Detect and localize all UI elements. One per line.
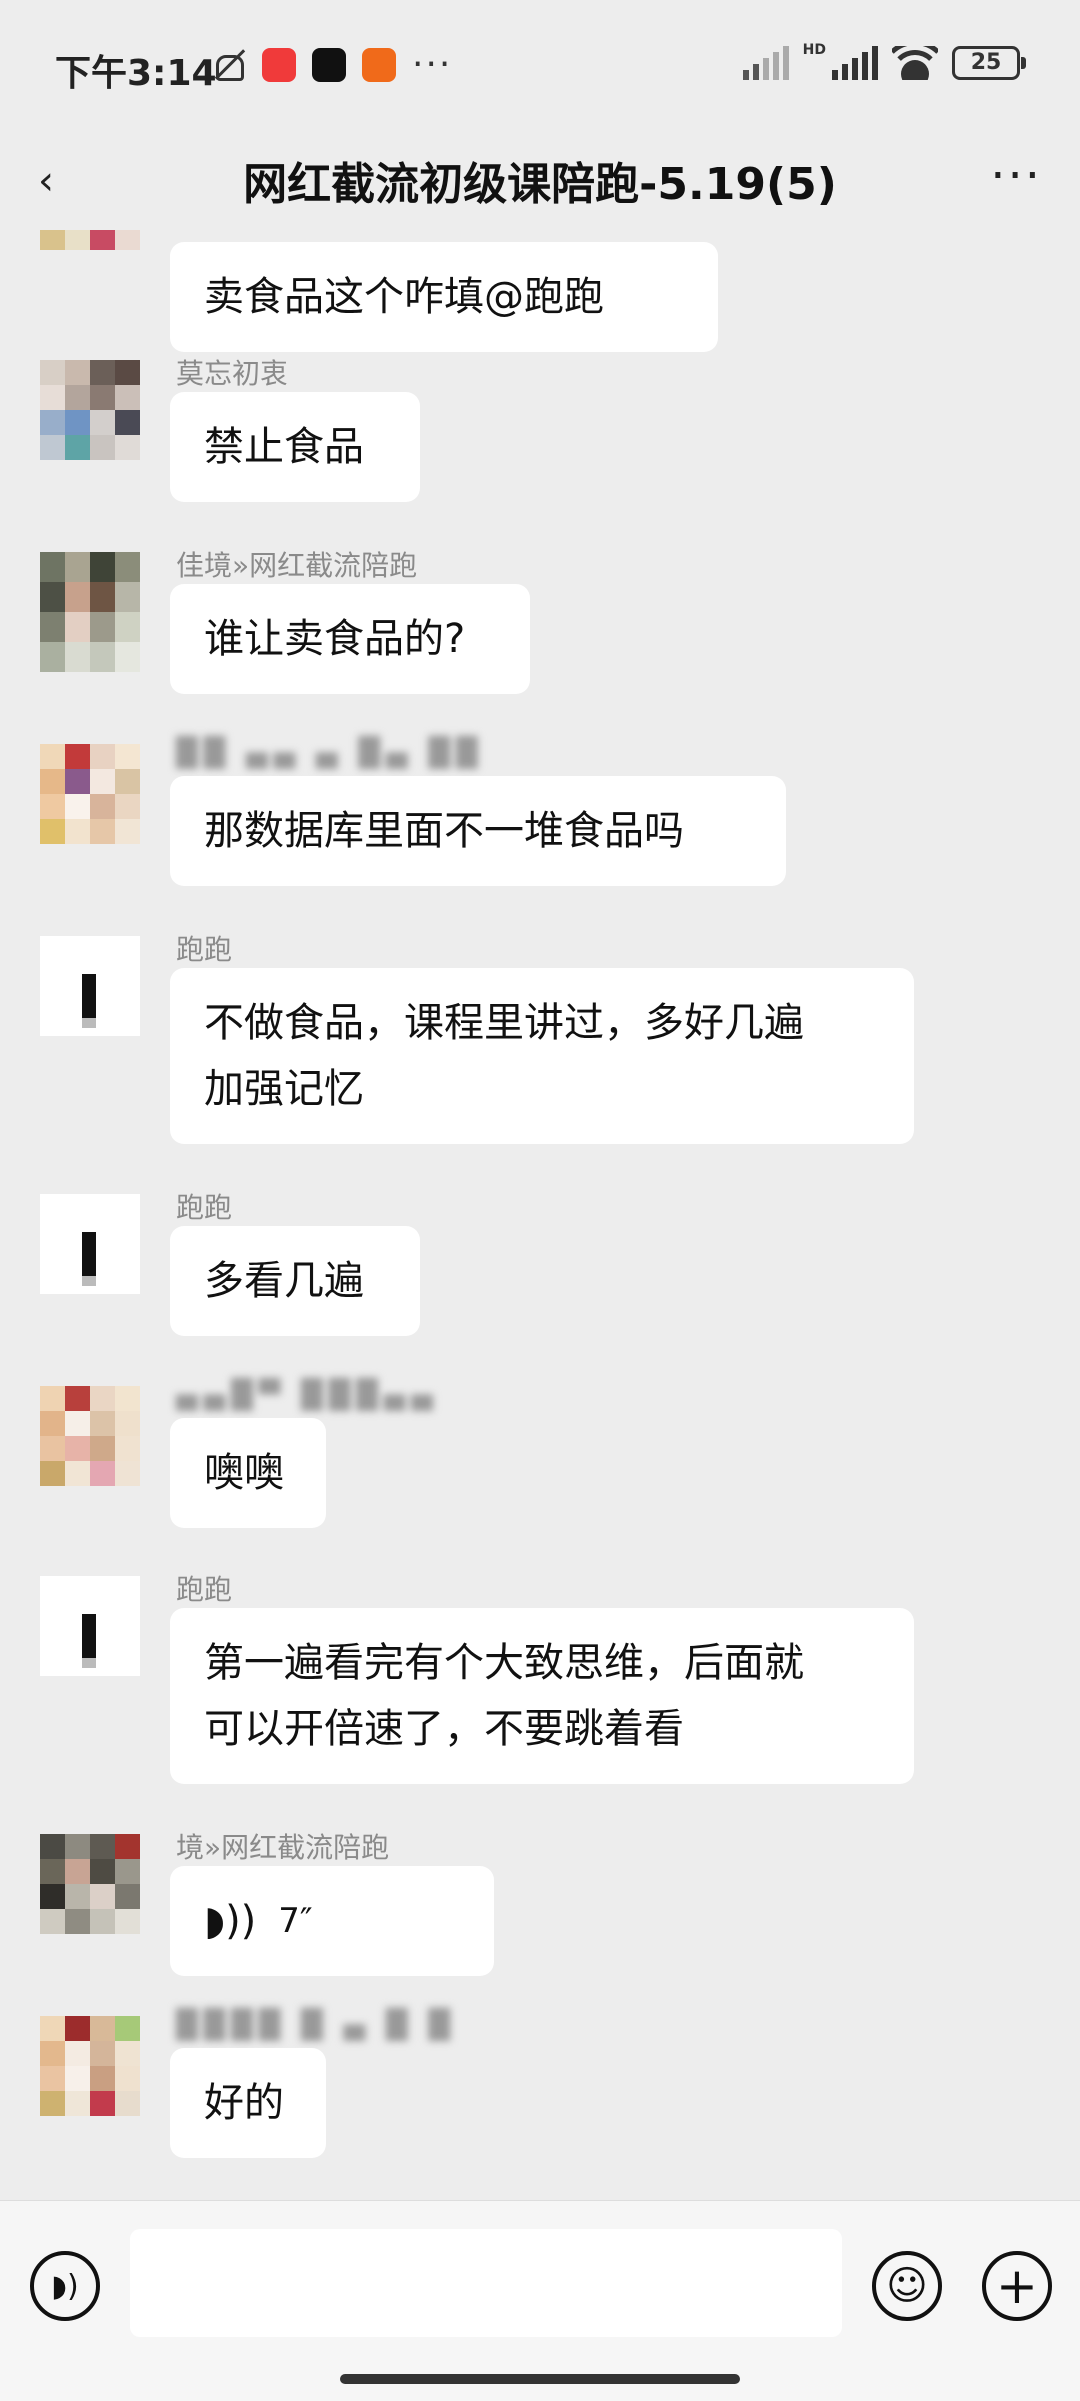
voice-duration: 7″ [278,1901,313,1941]
avatar[interactable] [40,360,140,460]
message-input[interactable] [130,2229,842,2337]
sender-name: 跑跑 [176,1191,233,1224]
more-notifications-icon: ··· [412,44,453,85]
avatar[interactable] [40,1194,140,1294]
message-bubble[interactable]: 多看几遍 [170,1226,420,1336]
chat-title: 网红截流初级课陪跑-5.19(5) [243,159,837,210]
avatar[interactable] [40,1834,140,1934]
message-bubble[interactable]: 噢噢 [170,1418,326,1528]
emoji-button[interactable]: ☺ [872,2251,942,2321]
status-left-icons: ··· [210,44,452,85]
chat-messages[interactable]: 卖食品这个咋填@跑跑 莫忘初衷 禁止食品 佳境»网红截流陪跑 谁让卖食品的? █… [0,230,1080,2200]
chat-header: ‹ 网红截流初级课陪跑-5.19(5) ··· [0,130,1080,230]
signal-hd-icon [832,46,878,80]
notification-app-icon [362,47,396,82]
xiaohongshu-icon [262,47,296,82]
avatar[interactable] [40,936,140,1036]
message-bubble[interactable]: 谁让卖食品的? [170,584,530,694]
sender-name: ██ ▄▄ ▄ █▄ ██ [176,736,484,769]
message-bubble[interactable]: 卖食品这个咋填@跑跑 [170,242,718,352]
wifi-icon [892,46,938,80]
message-bubble[interactable]: 好的 [170,2048,326,2158]
mute-icon [210,47,246,83]
hd-label: HD [802,42,826,58]
message-bubble[interactable]: 禁止食品 [170,392,420,502]
voice-wave-icon: ◗)) [204,1898,257,1944]
sender-name: ▄▄█▀ ███▄▄ [176,1378,439,1411]
more-actions-button[interactable]: + [982,2251,1052,2321]
sender-name: 跑跑 [176,1573,233,1606]
sender-name: ████ █ ▄ █ █ [176,2008,456,2041]
avatar[interactable] [40,230,140,250]
sender-name: 跑跑 [176,933,233,966]
avatar[interactable] [40,2016,140,2116]
battery-icon: 25 [952,46,1026,80]
message-bubble[interactable]: 那数据库里面不一堆食品吗 [170,776,786,886]
avatar[interactable] [40,1386,140,1486]
status-bar: 下午3:14 ··· HD 25 [0,0,1080,130]
status-time: 下午3:14 [55,53,217,94]
plus-icon: + [996,2257,1038,2315]
emoji-icon: ☺ [886,2263,928,2309]
sender-name: 境»网红截流陪跑 [176,1831,390,1864]
message-bubble[interactable]: 第一遍看完有个大致思维，后面就 可以开倍速了，不要跳着看 [170,1608,914,1784]
sender-name: 莫忘初衷 [176,357,289,390]
voice-input-button[interactable]: ◗) [30,2251,100,2321]
voice-message-bubble[interactable]: ◗)) 7″ [170,1866,494,1976]
voice-icon: ◗) [51,2268,79,2304]
home-indicator[interactable] [340,2374,740,2384]
signal-icon [742,46,789,80]
more-options-button[interactable]: ··· [990,148,1042,204]
avatar[interactable] [40,552,140,672]
input-bar: ◗) ☺ + [0,2200,1080,2401]
avatar[interactable] [40,1576,140,1676]
sender-name: 佳境»网红截流陪跑 [176,549,418,582]
status-right-icons: HD 25 [742,42,1026,80]
message-bubble[interactable]: 不做食品，课程里讲过，多好几遍 加强记忆 [170,968,914,1144]
avatar[interactable] [40,744,140,844]
douyin-icon [312,47,346,82]
